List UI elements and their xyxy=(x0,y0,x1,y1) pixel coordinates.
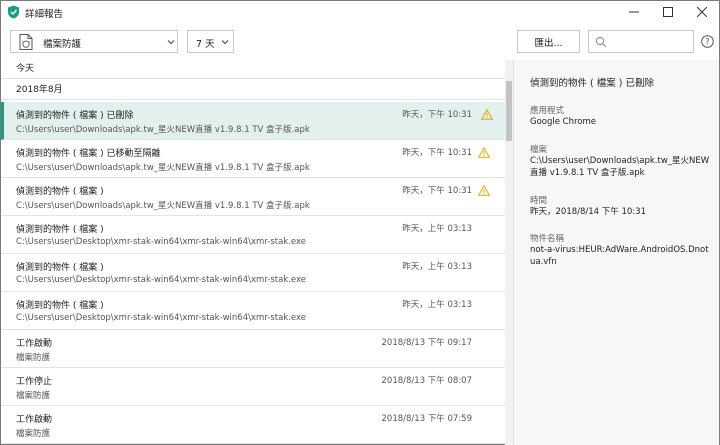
details-object-value: not-a-virus:HEUR:AdWare.AndroidOS.Dnotua… xyxy=(530,245,709,267)
search-input[interactable] xyxy=(611,34,691,50)
list-item[interactable]: 偵測到的物件 ( 檔案 ) C:\Users\user\Desktop\xmr-… xyxy=(1,216,505,254)
title-bar[interactable]: 詳細報告 xyxy=(1,1,719,23)
search-icon xyxy=(595,36,607,48)
shield-logo-icon xyxy=(8,5,19,19)
close-icon xyxy=(697,7,707,17)
list-item[interactable]: 偵測到的物件 ( 檔案 ) C:\Users\user\Downloads\ap… xyxy=(1,178,505,216)
list-item[interactable]: 工作啟動 檔案防護 2018/8/13 下午 09:17 xyxy=(1,330,505,368)
list-item-path: C:\Users\user\Desktop\xmr-stak-win64\xmr… xyxy=(16,237,306,247)
list-item-component: 檔案防護 xyxy=(16,391,51,401)
list-item-title: 工作停止 xyxy=(16,377,53,387)
list-item-time: 昨天，上午 03:13 xyxy=(402,262,472,272)
list-item-path: C:\Users\user\Desktop\xmr-stak-win64\xmr… xyxy=(16,275,306,285)
component-select-value: 檔案防護 xyxy=(43,39,82,50)
warning-icon xyxy=(481,109,493,120)
list-item-path: C:\Users\user\Downloads\apk.tw_星火NEW直播 v… xyxy=(16,163,310,173)
list-item-time: 2018/8/13 下午 09:17 xyxy=(381,338,472,348)
export-button[interactable]: 匯出... xyxy=(517,30,580,53)
list-item[interactable]: 偵測到的物件 ( 檔案 ) C:\Users\user\Desktop\xmr-… xyxy=(1,254,505,292)
details-pane: 偵測到的物件 ( 檔案 ) 已刪除 應用程式 Google Chrome 檔案 … xyxy=(514,60,719,445)
report-window: 詳細報告 檔案防護 7 天 匯出... ? 今天 2018年8月 偵測到的物件 … xyxy=(0,0,720,445)
close-button[interactable] xyxy=(685,1,719,23)
minimize-button[interactable] xyxy=(617,1,651,23)
list-item-title: 工作啟動 xyxy=(16,339,53,349)
list-item-time: 昨天，上午 03:13 xyxy=(402,224,472,234)
window-title: 詳細報告 xyxy=(25,9,64,20)
period-select-value: 7 天 xyxy=(196,39,215,50)
list-item-title: 偵測到的物件 ( 檔案 ) xyxy=(16,225,104,235)
list-item-time: 昨天，下午 10:31 xyxy=(402,148,472,158)
details-object-label: 物件名稱 xyxy=(530,234,565,244)
list-item-time: 2018/8/13 下午 07:59 xyxy=(381,414,472,424)
svg-text:?: ? xyxy=(705,38,710,48)
details-file-value: C:\Users\user\Downloads\apk.tw_星火NEW直播 v… xyxy=(530,156,710,178)
list-item-component: 檔案防護 xyxy=(16,353,51,363)
warning-icon xyxy=(478,147,490,158)
list-item-title: 偵測到的物件 ( 檔案 ) xyxy=(16,187,104,197)
list-item-path: C:\Users\user\Desktop\xmr-stak-win64\xmr… xyxy=(16,313,306,323)
minimize-icon xyxy=(629,11,639,13)
list-item-title: 偵測到的物件 ( 檔案 ) xyxy=(16,301,104,311)
list-item[interactable]: 偵測到的物件 ( 檔案 ) C:\Users\user\Desktop\xmr-… xyxy=(1,292,505,330)
list-item-title: 偵測到的物件 ( 檔案 ) 已刪除 xyxy=(16,111,134,121)
list-item-title: 偵測到的物件 ( 檔案 ) 已移動至隔離 xyxy=(16,149,161,159)
period-select[interactable]: 7 天 xyxy=(187,30,234,53)
maximize-button[interactable] xyxy=(651,1,685,23)
component-select[interactable]: 檔案防護 xyxy=(10,30,178,53)
details-title: 偵測到的物件 ( 檔案 ) 已刪除 xyxy=(530,78,654,89)
help-icon[interactable]: ? xyxy=(701,35,714,48)
chevron-down-icon xyxy=(221,40,229,45)
details-time-value: 昨天，2018/8/14 下午 10:31 xyxy=(530,207,646,217)
list-item-path: C:\Users\user\Downloads\apk.tw_星火NEW直播 v… xyxy=(16,201,310,211)
search-box[interactable] xyxy=(588,30,694,53)
details-file-label: 檔案 xyxy=(530,145,548,155)
details-app-value: Google Chrome xyxy=(530,117,597,127)
chevron-down-icon xyxy=(167,40,175,45)
list-item[interactable]: 偵測到的物件 ( 檔案 ) 已刪除 C:\Users\user\Download… xyxy=(1,102,505,140)
event-list: 今天 2018年8月 偵測到的物件 ( 檔案 ) 已刪除 C:\Users\us… xyxy=(1,60,513,445)
list-item-title: 工作啟動 xyxy=(16,415,53,425)
maximize-icon xyxy=(663,7,673,17)
list-item-component: 檔案防護 xyxy=(16,429,51,439)
group-header-month: 2018年8月 xyxy=(1,81,505,100)
document-shield-icon xyxy=(19,34,33,50)
list-item-time: 昨天，下午 10:31 xyxy=(402,110,472,120)
warning-icon xyxy=(478,185,490,196)
list-item[interactable]: 偵測到的物件 ( 檔案 ) 已移動至隔離 C:\Users\user\Downl… xyxy=(1,140,505,178)
group-header-today: 今天 xyxy=(1,60,505,79)
list-item[interactable]: 工作啟動 檔案防護 2018/8/13 下午 07:59 xyxy=(1,406,505,444)
list-item-time: 昨天，下午 10:31 xyxy=(402,186,472,196)
toolbar: 檔案防護 7 天 匯出... ? xyxy=(1,23,719,59)
details-app-label: 應用程式 xyxy=(530,106,565,116)
list-item[interactable]: 工作停止 檔案防護 2018/8/13 下午 08:07 xyxy=(1,368,505,406)
details-time-label: 時間 xyxy=(530,196,548,206)
list-scrollbar-thumb[interactable] xyxy=(506,81,512,141)
list-item-path: C:\Users\user\Downloads\apk.tw_星火NEW直播 v… xyxy=(16,125,310,135)
list-item-time: 昨天，上午 03:13 xyxy=(402,300,472,310)
list-item-time: 2018/8/13 下午 08:07 xyxy=(381,376,472,386)
list-item-title: 偵測到的物件 ( 檔案 ) xyxy=(16,263,104,273)
